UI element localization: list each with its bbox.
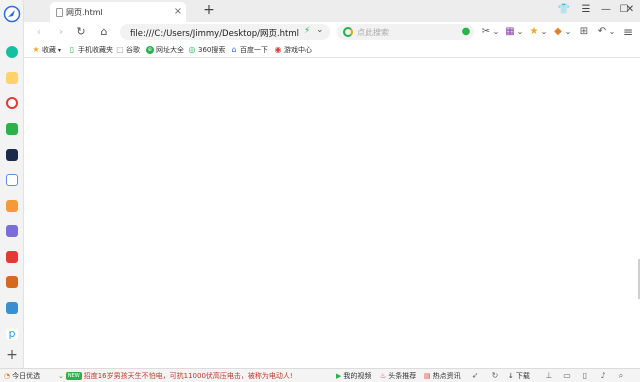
bookmark-label: 百度一下 bbox=[240, 46, 268, 54]
page-icon bbox=[56, 8, 63, 17]
phone-icon[interactable]: ▯ bbox=[580, 371, 590, 381]
hot-news-label: 热点资讯 bbox=[432, 372, 461, 380]
bookmark-label: 游戏中心 bbox=[284, 46, 312, 54]
sidebar-app-news-icon[interactable] bbox=[6, 149, 18, 161]
address-dropdown-icon[interactable]: ⌄ bbox=[316, 25, 324, 35]
phone-icon: ▯ bbox=[69, 45, 75, 54]
bookmark-mobile-favorites[interactable]: ▯ 手机收藏夹 bbox=[68, 45, 113, 55]
bookmark-label: 网址大全 bbox=[156, 46, 184, 54]
tab-title: 网页.html bbox=[66, 8, 103, 17]
hot-news[interactable]: ▤ 热点资讯 bbox=[424, 371, 461, 381]
url-text[interactable]: file:///C:/Users/Jimmy/Desktop/网页.html bbox=[130, 27, 299, 39]
bookmark-site-directory[interactable]: e 网址大全 bbox=[146, 45, 184, 55]
bookmarks-bar: ★ 收藏 ▾ ▯ 手机收藏夹 ▢ 谷歌 e 网址大全 ◎ 360搜索 ⌂ 百度一… bbox=[24, 42, 640, 58]
search-engine-icon: ◎ bbox=[188, 45, 196, 54]
pin-icon[interactable]: ⊥ bbox=[544, 371, 554, 381]
search-engine-icon[interactable] bbox=[343, 27, 353, 37]
today-pick-icon: ◔ bbox=[4, 372, 11, 380]
coupon-dropdown-icon[interactable]: ⌄ bbox=[538, 26, 550, 38]
zoom-icon[interactable]: ⌕ bbox=[616, 371, 626, 381]
page-icon: ▢ bbox=[116, 45, 124, 54]
browser-window: p + 网页.html × + 👕 ☰ — ☐ ✕ ‹ › ↻ ⌂ file:/… bbox=[0, 0, 640, 382]
sidebar-add-icon[interactable]: + bbox=[5, 348, 19, 362]
download-label: 下载 bbox=[515, 372, 530, 380]
fire-icon: ♨ bbox=[380, 372, 387, 380]
screen-icon[interactable]: ▭ bbox=[562, 371, 572, 381]
bookmark-label: 手机收藏夹 bbox=[78, 46, 113, 54]
apps-grid-icon[interactable]: ⊞ bbox=[578, 26, 590, 38]
close-window-button[interactable]: ✕ bbox=[622, 3, 638, 17]
sidebar-app-favorites-icon[interactable] bbox=[6, 72, 18, 84]
sidebar-app-red-icon[interactable] bbox=[6, 251, 18, 263]
sidebar-app-mail-icon[interactable] bbox=[6, 123, 18, 135]
today-pick-label: 今日优选 bbox=[12, 372, 41, 380]
chevron-down-icon: ⌄ bbox=[58, 372, 64, 380]
window-menu-icon[interactable]: ☰ bbox=[578, 3, 594, 17]
rocket-icon[interactable]: ➶ bbox=[470, 371, 480, 381]
bookmark-label: 360搜索 bbox=[198, 46, 226, 54]
sidebar-app-green-icon[interactable] bbox=[6, 46, 18, 58]
refresh-icon[interactable]: ↻ bbox=[490, 371, 500, 381]
left-sidebar: p + bbox=[0, 0, 24, 368]
sidebar-app-game-3-icon[interactable] bbox=[6, 276, 18, 288]
new-tab-button[interactable]: + bbox=[202, 3, 216, 17]
bookmark-baidu[interactable]: ⌂ 百度一下 bbox=[230, 45, 268, 55]
news-ticker[interactable]: ⌄ NEW 招度16岁男孩天生不怕电，可抗11000伏高压电击，被称为电动人! bbox=[58, 371, 293, 381]
page-content[interactable] bbox=[25, 59, 640, 368]
paw-icon: ⌂ bbox=[231, 45, 237, 54]
speed-mode-icon[interactable]: ⚡ bbox=[304, 26, 310, 36]
my-video-label: 我的视频 bbox=[343, 372, 372, 380]
reload-button[interactable]: ↻ bbox=[74, 25, 88, 39]
game-center-icon: ◉ bbox=[274, 45, 282, 54]
back-button[interactable]: ‹ bbox=[32, 25, 46, 39]
minimize-button[interactable]: — bbox=[598, 3, 614, 17]
play-icon: ▶ bbox=[336, 372, 342, 380]
ie-icon: e bbox=[146, 46, 154, 54]
bookmark-google[interactable]: ▢ 谷歌 bbox=[116, 45, 140, 55]
my-video[interactable]: ▶ 我的视频 bbox=[336, 371, 371, 381]
tab-close-icon[interactable]: × bbox=[172, 6, 184, 18]
headline-recommend[interactable]: ♨ 头条推荐 bbox=[380, 371, 416, 381]
bookmark-360-search[interactable]: ◎ 360搜索 bbox=[188, 45, 226, 55]
star-icon: ★ bbox=[32, 45, 40, 54]
bookmark-favorites[interactable]: ★ 收藏 ▾ bbox=[32, 45, 61, 55]
extension-dropdown-icon[interactable]: ⌄ bbox=[514, 26, 526, 38]
sidebar-app-calendar-icon[interactable] bbox=[6, 174, 18, 186]
new-badge: NEW bbox=[65, 372, 82, 380]
speaker-icon[interactable]: ♪ bbox=[598, 371, 608, 381]
tab-active[interactable]: 网页.html × bbox=[50, 2, 186, 22]
today-pick[interactable]: ◔ 今日优选 bbox=[4, 371, 40, 381]
news-headline[interactable]: 招度16岁男孩天生不怕电，可抗11000伏高压电击，被称为电动人! bbox=[84, 371, 293, 381]
skin-icon[interactable]: 👕 bbox=[556, 3, 572, 17]
wechat-icon[interactable]: ● bbox=[460, 26, 472, 38]
download-icon: ↓ bbox=[508, 372, 514, 380]
download-button[interactable]: ↓ 下载 bbox=[508, 371, 530, 381]
scissors-dropdown-icon[interactable]: ⌄ bbox=[490, 26, 502, 38]
sidebar-app-p-icon[interactable]: p bbox=[6, 328, 18, 340]
news-icon: ▤ bbox=[424, 372, 431, 380]
bookmark-game-center[interactable]: ◉ 游戏中心 bbox=[274, 45, 313, 55]
sidebar-app-weibo-icon[interactable] bbox=[6, 97, 18, 109]
search-placeholder[interactable]: 点此搜索 bbox=[357, 27, 389, 38]
bookmark-label: 谷歌 bbox=[126, 46, 140, 54]
browser-logo-icon[interactable] bbox=[3, 5, 21, 23]
sidebar-app-game-2-icon[interactable] bbox=[6, 225, 18, 237]
sidebar-app-game-4-icon[interactable] bbox=[6, 302, 18, 314]
favorites-dropdown-icon[interactable]: ▾ bbox=[58, 47, 61, 54]
forward-button[interactable]: › bbox=[54, 25, 68, 39]
bookmark-label: 收藏 bbox=[42, 46, 56, 54]
home-button[interactable]: ⌂ bbox=[97, 25, 111, 39]
search-box[interactable]: 点此搜索 ⌕ bbox=[337, 24, 474, 40]
game-dropdown-icon[interactable]: ⌄ bbox=[562, 26, 574, 38]
navigation-toolbar: ‹ › ↻ ⌂ file:///C:/Users/Jimmy/Desktop/网… bbox=[24, 22, 640, 42]
address-bar[interactable]: file:///C:/Users/Jimmy/Desktop/网页.html ⚡… bbox=[120, 24, 330, 40]
sidebar-app-game-1-icon[interactable] bbox=[6, 200, 18, 212]
tab-strip: 网页.html × + 👕 ☰ — ☐ bbox=[24, 0, 640, 22]
main-menu-icon[interactable]: ≡ bbox=[622, 26, 634, 38]
undo-dropdown-icon[interactable]: ⌄ bbox=[606, 26, 618, 38]
status-bar: ◔ 今日优选 ⌄ NEW 招度16岁男孩天生不怕电，可抗11000伏高压电击，被… bbox=[0, 368, 640, 382]
headline-label: 头条推荐 bbox=[388, 372, 417, 380]
